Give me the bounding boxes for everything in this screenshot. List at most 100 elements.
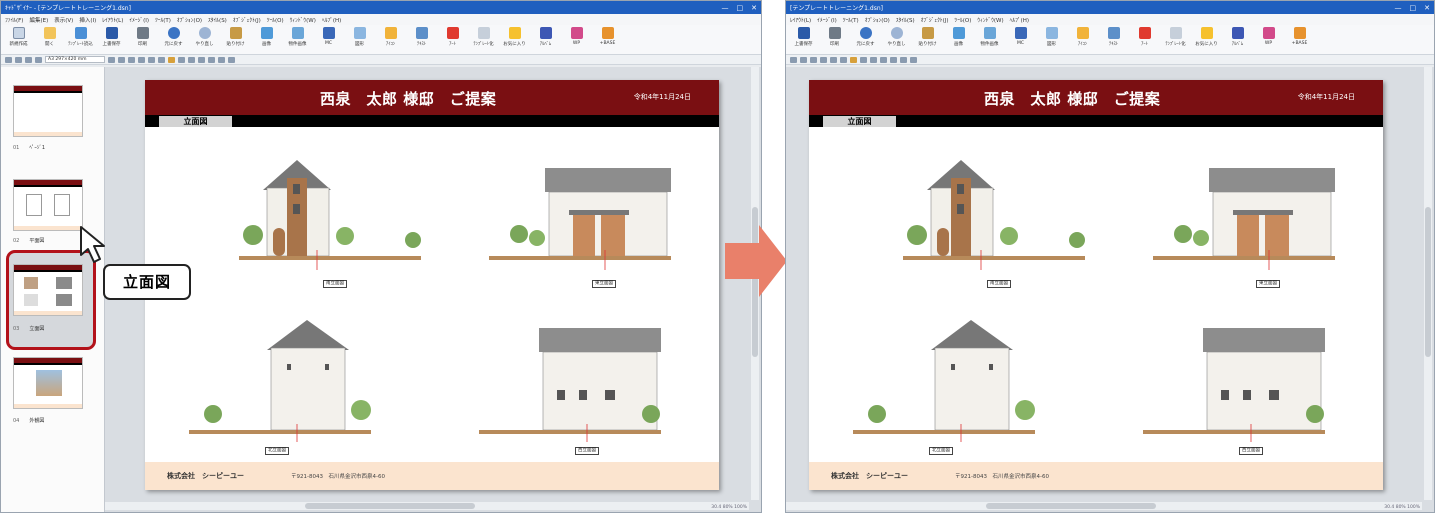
album-button[interactable]: ｱﾙﾊﾞﾑ xyxy=(532,27,559,53)
image-button[interactable]: 画像 xyxy=(253,27,280,53)
rect-icon[interactable] xyxy=(148,56,155,63)
maximize-button[interactable]: □ xyxy=(737,4,744,12)
frame-icon[interactable] xyxy=(910,56,917,63)
menu-style[interactable]: ｽﾀｲﾙ(S) xyxy=(208,16,227,24)
base-button[interactable]: +BASE xyxy=(594,27,621,53)
shape-button[interactable]: 図形 xyxy=(1038,27,1065,53)
document-page[interactable]: 西泉 太郎 様邸 ご提案 令和4年11月24日 立面図 南立面図 東立面図 北立… xyxy=(809,80,1383,490)
template-load-button[interactable]: ﾃﾝﾌﾟﾚｰﾄ読込 xyxy=(67,27,94,53)
art-button[interactable]: ｱｰﾄ xyxy=(439,27,466,53)
paste-button[interactable]: 貼り付け xyxy=(914,27,941,53)
horizontal-scrollbar[interactable] xyxy=(786,502,1422,510)
menu-window[interactable]: ｳｨﾝﾄﾞｳ(W) xyxy=(290,16,316,24)
arrange-icon[interactable] xyxy=(890,56,897,63)
favorites-button[interactable]: お気に入り xyxy=(501,27,528,53)
menu-image[interactable]: ｲﾒｰｼﾞ(I) xyxy=(129,16,149,24)
print-button[interactable]: 印刷 xyxy=(129,27,156,53)
menu-object[interactable]: ｵﾌﾞｼﾞｪｸﾄ(J) xyxy=(233,16,261,24)
menu-option[interactable]: ｵﾌﾟｼｮﾝ(O) xyxy=(177,16,202,24)
arrange-icon[interactable] xyxy=(208,56,215,63)
menu-object[interactable]: ｵﾌﾞｼﾞｪｸﾄ(J) xyxy=(921,16,949,24)
shape-button[interactable]: 図形 xyxy=(346,27,373,53)
fill-icon[interactable] xyxy=(860,56,867,63)
align-center-icon[interactable] xyxy=(118,56,125,63)
thumbnail-page-1[interactable] xyxy=(13,85,83,137)
color-icon[interactable] xyxy=(850,56,857,63)
scroll-thumb[interactable] xyxy=(305,503,475,509)
paper-size-select[interactable]: A3 297×420 mm xyxy=(45,56,105,63)
align-left-icon[interactable] xyxy=(790,56,797,63)
menu-option[interactable]: ｵﾌﾟｼｮﾝ(O) xyxy=(865,16,890,24)
menu-tool[interactable]: ﾂｰﾙ(T) xyxy=(155,16,171,24)
wp-button[interactable]: WP xyxy=(563,27,590,53)
undo-button[interactable]: 元に戻す xyxy=(852,27,879,53)
group-icon[interactable] xyxy=(870,56,877,63)
image-button[interactable]: 画像 xyxy=(945,27,972,53)
art-button[interactable]: ｱｰﾄ xyxy=(1131,27,1158,53)
close-button[interactable]: ✕ xyxy=(1424,4,1430,12)
menu-layout[interactable]: ﾚｲｱｳﾄ(L) xyxy=(790,16,811,24)
scroll-thumb[interactable] xyxy=(1425,207,1431,357)
redo-button[interactable]: やり直し xyxy=(191,27,218,53)
menu-view[interactable]: 表示(V) xyxy=(54,16,73,24)
menu-tools[interactable]: ﾂｰﾙ(O) xyxy=(267,16,284,24)
align-right-icon[interactable] xyxy=(810,56,817,63)
text-button[interactable]: ﾃｷｽﾄ xyxy=(1100,27,1127,53)
minimize-button[interactable]: — xyxy=(1395,4,1402,12)
paste-button[interactable]: 貼り付け xyxy=(222,27,249,53)
mc-button[interactable]: MC xyxy=(1007,27,1034,53)
redo-button[interactable]: やり直し xyxy=(883,27,910,53)
save-button[interactable]: 上書保存 xyxy=(790,27,817,53)
property-image-button[interactable]: 物件画像 xyxy=(284,27,311,53)
frame-icon[interactable] xyxy=(228,56,235,63)
thumbnail-page-3[interactable] xyxy=(13,264,83,316)
canvas-area[interactable]: 西泉 太郎 様邸 ご提案 令和4年11月24日 立面図 南立面図 東立面図 北立… xyxy=(105,67,761,512)
save-button[interactable]: 上書保存 xyxy=(98,27,125,53)
menu-layout[interactable]: ﾚｲｱｳﾄ(L) xyxy=(102,16,123,24)
grid-icon[interactable] xyxy=(820,56,827,63)
favorites-button[interactable]: お気に入り xyxy=(1193,27,1220,53)
base-button[interactable]: +BASE xyxy=(1286,27,1313,53)
zoom-page-icon[interactable] xyxy=(35,56,42,63)
menu-tools[interactable]: ﾂｰﾙ(O) xyxy=(955,16,972,24)
undo-button[interactable]: 元に戻す xyxy=(160,27,187,53)
line-icon[interactable] xyxy=(158,56,165,63)
zoom-fit-icon[interactable] xyxy=(5,56,12,63)
minimize-button[interactable]: — xyxy=(722,4,729,12)
canvas-area[interactable]: 西泉 太郎 様邸 ご提案 令和4年11月24日 立面図 南立面図 東立面図 北立… xyxy=(786,67,1434,512)
zoom-out-icon[interactable] xyxy=(25,56,32,63)
thumbnail-page-2[interactable] xyxy=(13,179,83,231)
menu-help[interactable]: ﾍﾙﾌﾟ(H) xyxy=(1010,16,1029,24)
property-image-button[interactable]: 物件画像 xyxy=(976,27,1003,53)
menu-style[interactable]: ｽﾀｲﾙ(S) xyxy=(896,16,915,24)
table-icon[interactable] xyxy=(218,56,225,63)
album-button[interactable]: ｱﾙﾊﾞﾑ xyxy=(1224,27,1251,53)
menu-image[interactable]: ｲﾒｰｼﾞ(I) xyxy=(817,16,837,24)
layer-icon[interactable] xyxy=(198,56,205,63)
menu-window[interactable]: ｳｨﾝﾄﾞｳ(W) xyxy=(977,16,1003,24)
text-button[interactable]: ﾃｷｽﾄ xyxy=(408,27,435,53)
menu-tool[interactable]: ﾂｰﾙ(T) xyxy=(843,16,859,24)
grid-icon[interactable] xyxy=(138,56,145,63)
scroll-thumb[interactable] xyxy=(986,503,1156,509)
group-icon[interactable] xyxy=(188,56,195,63)
horizontal-scrollbar[interactable] xyxy=(105,502,749,510)
close-button[interactable]: ✕ xyxy=(751,4,757,12)
mc-button[interactable]: MC xyxy=(315,27,342,53)
align-right-icon[interactable] xyxy=(128,56,135,63)
menu-edit[interactable]: 編集(E) xyxy=(29,16,48,24)
wp-button[interactable]: WP xyxy=(1255,27,1282,53)
fill-icon[interactable] xyxy=(178,56,185,63)
layer-icon[interactable] xyxy=(880,56,887,63)
new-button[interactable]: 新規作成 xyxy=(5,27,32,53)
menu-help[interactable]: ﾍﾙﾌﾟ(H) xyxy=(322,16,341,24)
vertical-scrollbar[interactable] xyxy=(1424,67,1432,500)
align-center-icon[interactable] xyxy=(800,56,807,63)
table-icon[interactable] xyxy=(900,56,907,63)
menu-file[interactable]: ﾌｧｲﾙ(F) xyxy=(5,16,23,24)
align-left-icon[interactable] xyxy=(108,56,115,63)
maximize-button[interactable]: □ xyxy=(1410,4,1417,12)
templatize-button[interactable]: ﾃﾝﾌﾟﾚｰﾄ化 xyxy=(470,27,497,53)
color-icon[interactable] xyxy=(168,56,175,63)
icon-button[interactable]: ｱｲｺﾝ xyxy=(377,27,404,53)
